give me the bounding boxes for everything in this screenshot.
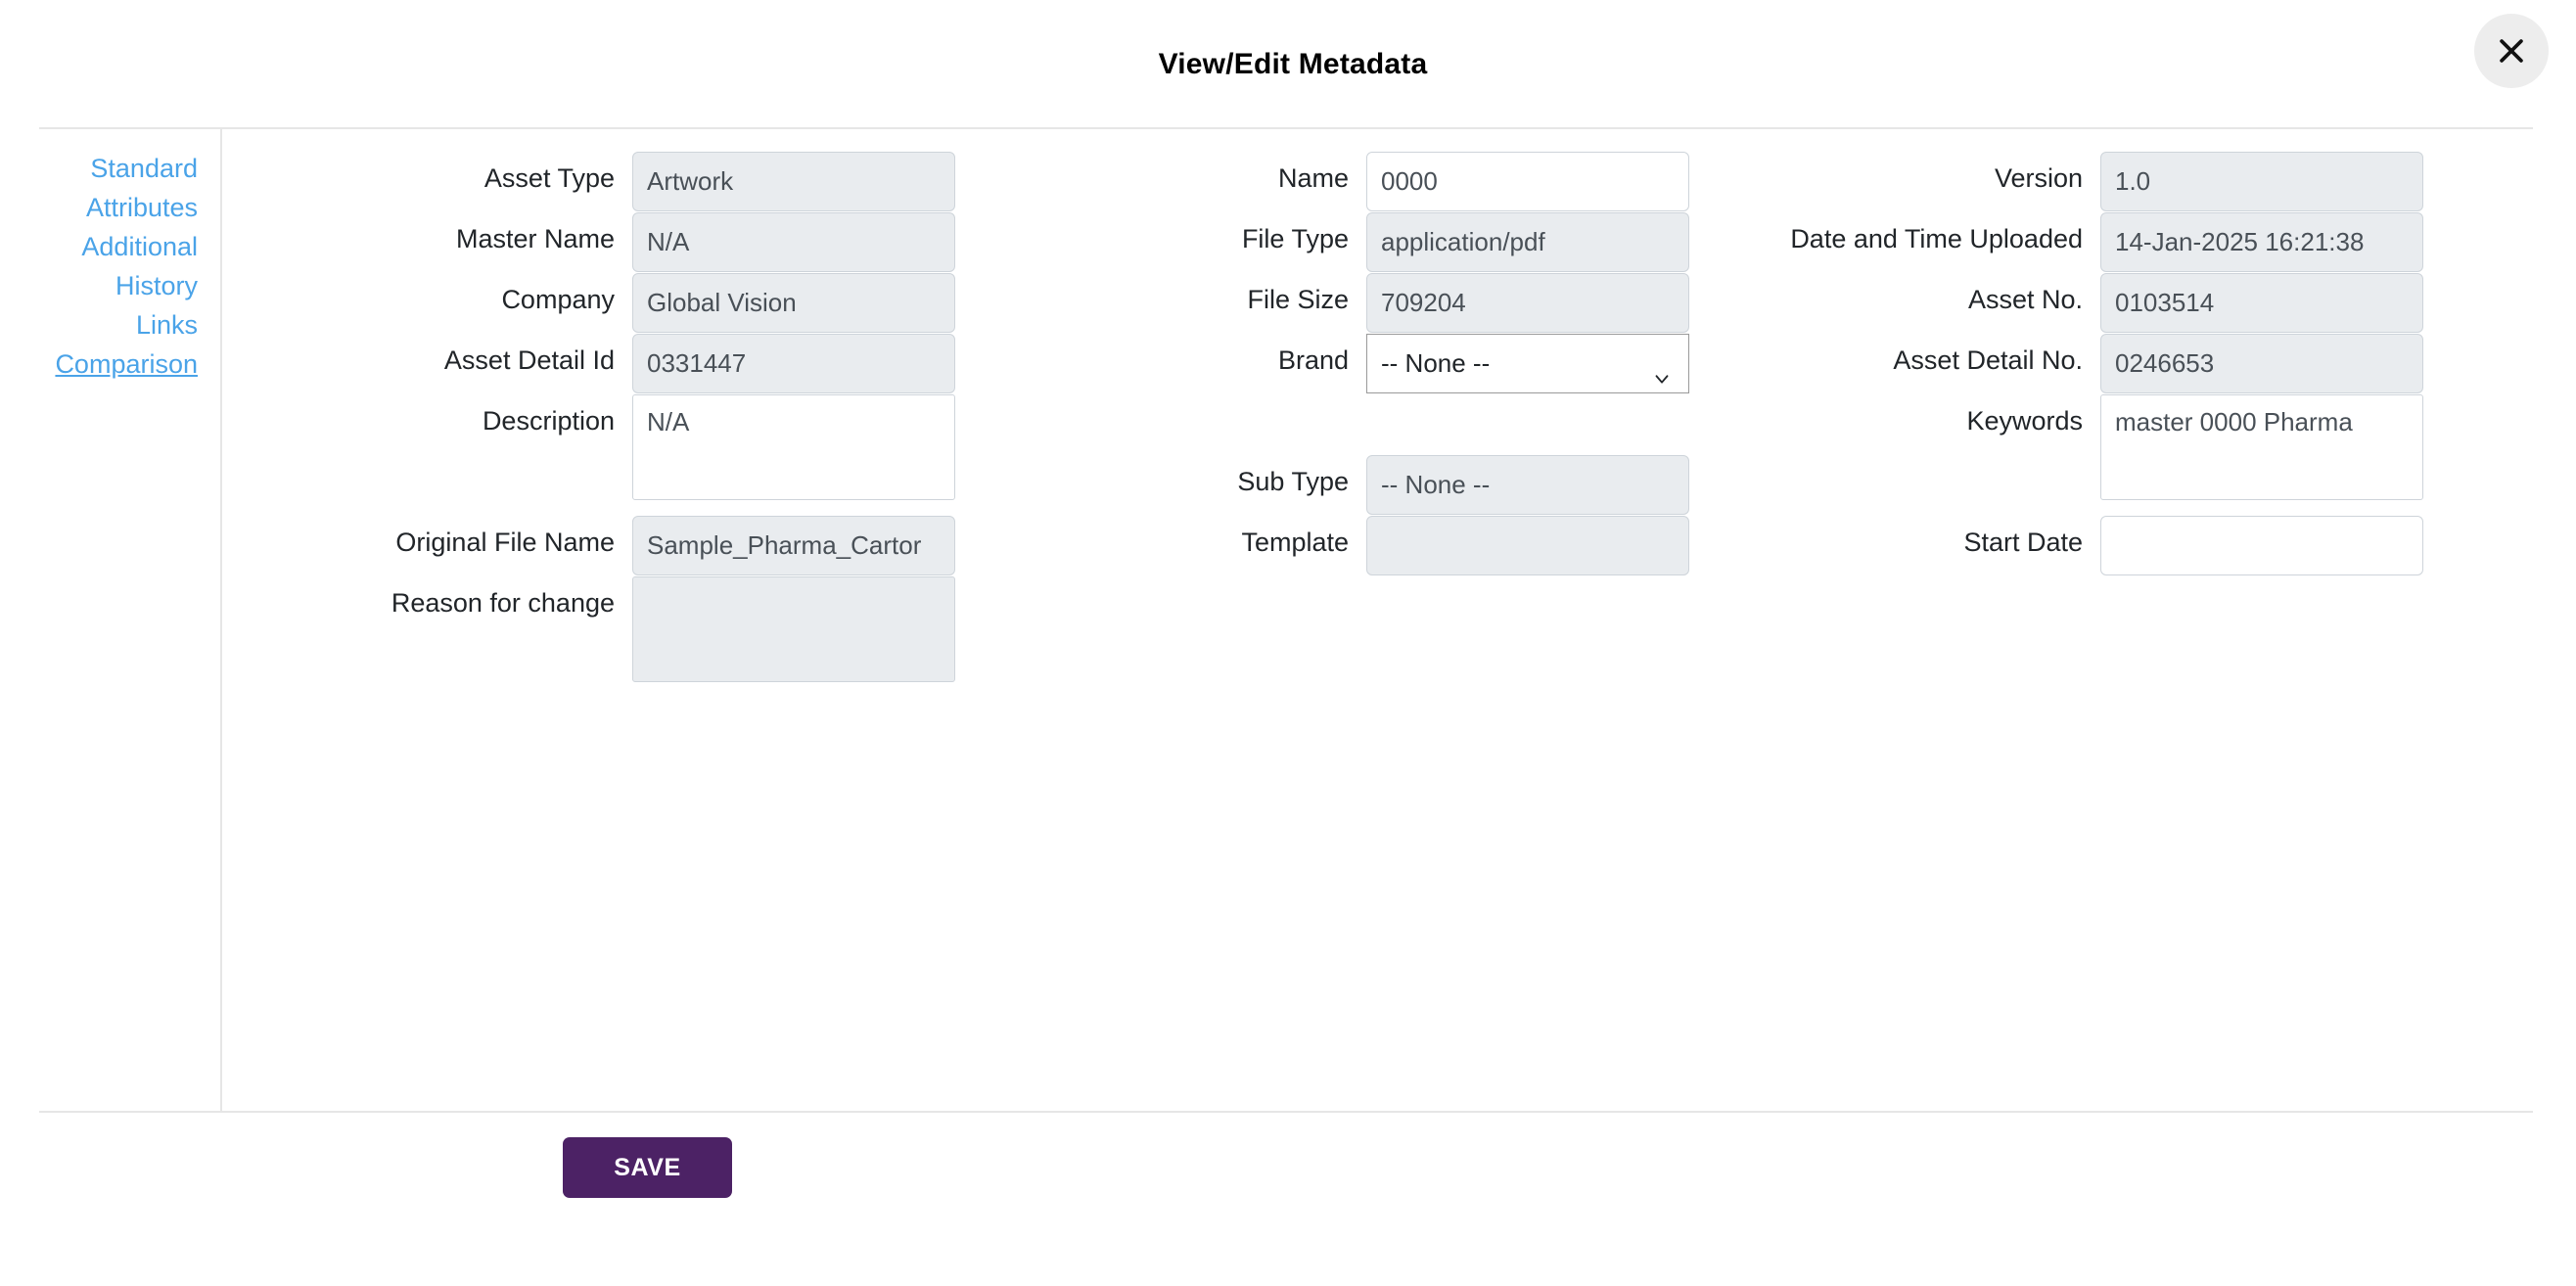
field-file-size: File Size 709204 bbox=[955, 272, 1719, 333]
sidebar-item-additional[interactable]: Additional bbox=[39, 227, 198, 266]
control-asset-detail-no: 0246653 bbox=[2100, 333, 2423, 393]
label-description: Description bbox=[482, 405, 615, 436]
field-asset-detail-id: Asset Detail Id 0331447 bbox=[221, 333, 985, 393]
sidebar-item-attributes[interactable]: Attributes bbox=[39, 188, 198, 227]
file-size-input: 709204 bbox=[1366, 272, 1689, 333]
control-sub-type: -- None -- bbox=[1366, 454, 1689, 515]
field-sub-type: Sub Type -- None -- bbox=[955, 454, 1719, 515]
start-date-input[interactable] bbox=[2100, 515, 2423, 575]
label-company: Company bbox=[501, 284, 615, 314]
field-description: Description N/A bbox=[221, 393, 985, 500]
brand-select[interactable]: -- None -- bbox=[1366, 333, 1689, 393]
asset-type-input: Artwork bbox=[632, 151, 955, 211]
field-start-date: Start Date bbox=[1689, 515, 2453, 575]
column-left: Asset Type Artwork Master Name N/A Company Gl… bbox=[221, 129, 1006, 1111]
control-start-date bbox=[2100, 515, 2423, 575]
name-input[interactable]: 0000 bbox=[1366, 151, 1689, 211]
field-asset-detail-no: Asset Detail No. 0246653 bbox=[1689, 333, 2453, 393]
company-input: Global Vision bbox=[632, 272, 955, 333]
control-asset-type: Artwork bbox=[632, 151, 955, 211]
close-icon bbox=[2495, 34, 2528, 68]
sub-type-input: -- None -- bbox=[1366, 454, 1689, 515]
modal-body: Standard Attributes Additional History Links… bbox=[0, 129, 2576, 1111]
template-input bbox=[1366, 515, 1689, 575]
reason-for-change-textarea bbox=[632, 575, 955, 682]
control-template bbox=[1366, 515, 1689, 575]
column-middle: Name 0000 File Type application/pdf File Siz… bbox=[955, 129, 1740, 1111]
field-template: Template bbox=[955, 515, 1719, 575]
control-original-file-name: Sample_Pharma_Cartor bbox=[632, 515, 955, 575]
modal-header: View/Edit Metadata bbox=[0, 0, 2576, 128]
control-asset-detail-id: 0331447 bbox=[632, 333, 955, 393]
control-date-and-time-uploaded: 14-Jan-2025 16:21:38 bbox=[2100, 211, 2423, 272]
control-company: Global Vision bbox=[632, 272, 955, 333]
field-asset-type: Asset Type Artwork bbox=[221, 151, 985, 211]
control-brand: -- None -- bbox=[1366, 333, 1689, 393]
label-file-size: File Size bbox=[1247, 284, 1349, 314]
field-asset-no: Asset No. 0103514 bbox=[1689, 272, 2453, 333]
original-file-name-input: Sample_Pharma_Cartor bbox=[632, 515, 955, 575]
file-type-input: application/pdf bbox=[1366, 211, 1689, 272]
field-reason-for-change: Reason for change bbox=[221, 575, 985, 682]
control-name: 0000 bbox=[1366, 151, 1689, 211]
field-company: Company Global Vision bbox=[221, 272, 985, 333]
sidebar-item-comparison[interactable]: Comparison bbox=[39, 344, 198, 384]
metadata-form: Asset Type Artwork Master Name N/A Company Gl… bbox=[221, 129, 2576, 1111]
save-button[interactable]: SAVE bbox=[563, 1137, 732, 1198]
label-original-file-name: Original File Name bbox=[395, 527, 615, 557]
label-name: Name bbox=[1277, 162, 1349, 193]
description-textarea[interactable]: N/A bbox=[632, 393, 955, 500]
column-right: Version 1.0 Date and Time Uploaded 14-Jan-2… bbox=[1689, 129, 2474, 1111]
view-edit-metadata-modal: View/Edit Metadata Standard Attributes Add… bbox=[0, 0, 2576, 1286]
sidebar-item-links[interactable]: Links bbox=[39, 305, 198, 344]
control-description: N/A bbox=[632, 393, 955, 500]
label-keywords: Keywords bbox=[1966, 405, 2083, 436]
label-asset-no: Asset No. bbox=[1967, 284, 2083, 314]
label-file-type: File Type bbox=[1241, 223, 1349, 253]
field-keywords: Keywords master 0000 Pharma bbox=[1689, 393, 2453, 500]
control-asset-no: 0103514 bbox=[2100, 272, 2423, 333]
asset-detail-id-input: 0331447 bbox=[632, 333, 955, 393]
label-template: Template bbox=[1241, 527, 1349, 557]
master-name-input: N/A bbox=[632, 211, 955, 272]
sidebar-nav: Standard Attributes Additional History Links… bbox=[39, 149, 215, 384]
control-keywords: master 0000 Pharma bbox=[2100, 393, 2423, 500]
asset-no-input: 0103514 bbox=[2100, 272, 2423, 333]
brand-selected-value: -- None -- bbox=[1381, 347, 1491, 378]
label-master-name: Master Name bbox=[455, 223, 615, 253]
modal-footer: SAVE bbox=[0, 1113, 2576, 1286]
control-file-size: 709204 bbox=[1366, 272, 1689, 333]
label-asset-detail-no: Asset Detail No. bbox=[1893, 344, 2083, 375]
label-version: Version bbox=[1994, 162, 2083, 193]
label-sub-type: Sub Type bbox=[1237, 466, 1349, 496]
control-master-name: N/A bbox=[632, 211, 955, 272]
keywords-textarea[interactable]: master 0000 Pharma bbox=[2100, 393, 2423, 500]
field-name: Name 0000 bbox=[955, 151, 1719, 211]
control-version: 1.0 bbox=[2100, 151, 2423, 211]
field-file-type: File Type application/pdf bbox=[955, 211, 1719, 272]
sidebar-item-standard[interactable]: Standard bbox=[39, 149, 198, 188]
sidebar-item-history[interactable]: History bbox=[39, 266, 198, 305]
control-file-type: application/pdf bbox=[1366, 211, 1689, 272]
label-asset-detail-id: Asset Detail Id bbox=[443, 344, 615, 375]
field-date-and-time-uploaded: Date and Time Uploaded 14-Jan-2025 16:21:… bbox=[1689, 211, 2453, 272]
date-and-time-uploaded-input: 14-Jan-2025 16:21:38 bbox=[2100, 211, 2423, 272]
asset-detail-no-input: 0246653 bbox=[2100, 333, 2423, 393]
label-start-date: Start Date bbox=[1963, 527, 2083, 557]
version-input: 1.0 bbox=[2100, 151, 2423, 211]
field-original-file-name: Original File Name Sample_Pharma_Cartor bbox=[221, 515, 985, 575]
close-button[interactable] bbox=[2474, 14, 2549, 88]
field-master-name: Master Name N/A bbox=[221, 211, 985, 272]
label-brand: Brand bbox=[1277, 344, 1349, 375]
control-reason-for-change bbox=[632, 575, 955, 682]
label-date-and-time-uploaded: Date and Time Uploaded bbox=[1790, 223, 2083, 253]
label-reason-for-change: Reason for change bbox=[391, 587, 615, 618]
chevron-down-icon bbox=[1651, 352, 1673, 385]
field-brand: Brand -- None -- bbox=[955, 333, 1719, 393]
label-asset-type: Asset Type bbox=[483, 162, 615, 193]
field-version: Version 1.0 bbox=[1689, 151, 2453, 211]
page-title: View/Edit Metadata bbox=[1158, 47, 1428, 80]
